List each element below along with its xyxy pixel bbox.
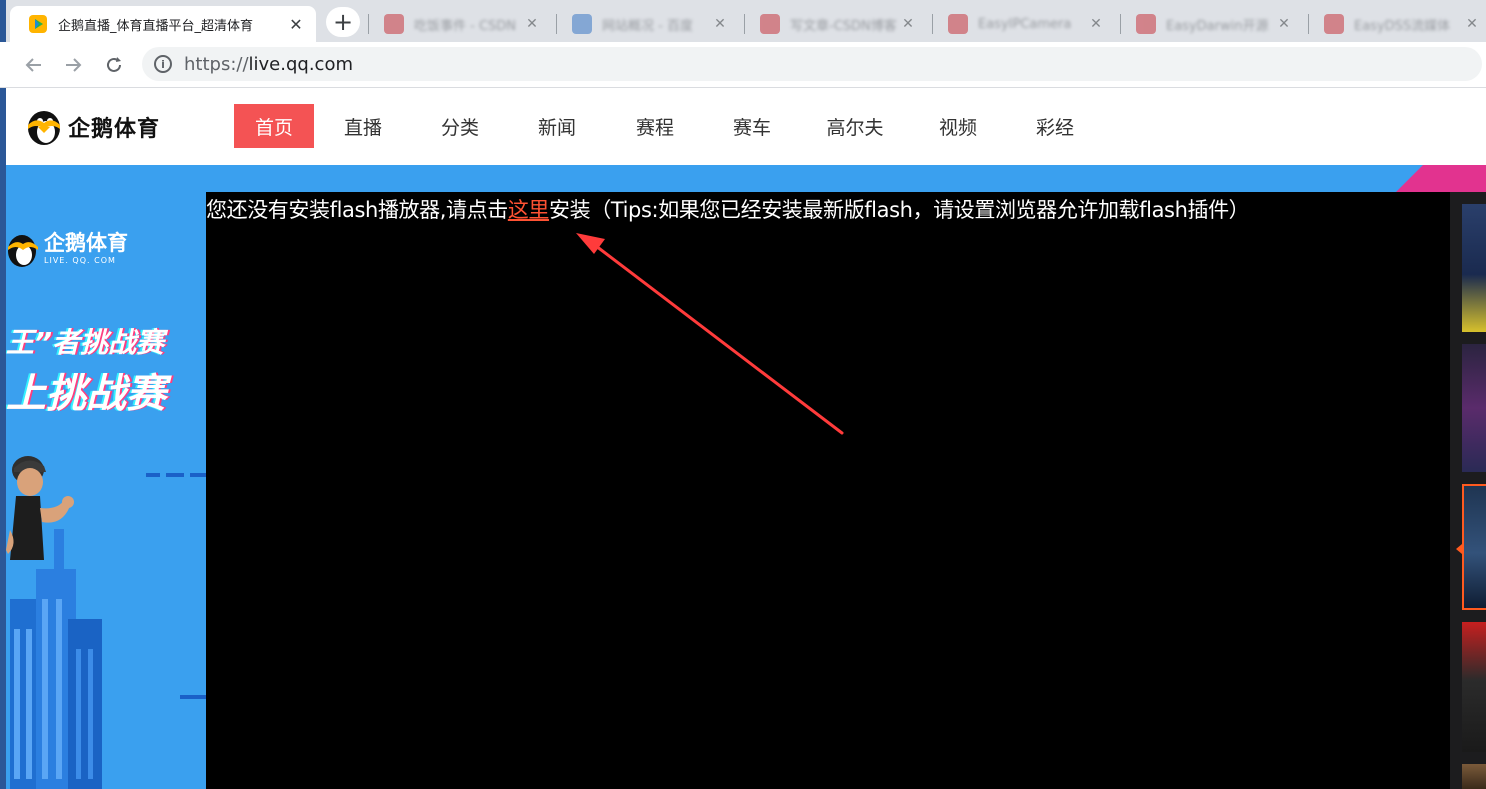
- site-favicon-icon: [384, 14, 404, 34]
- penguin-logo-icon: [8, 235, 38, 267]
- tab-title: 网站概况 - 百度: [602, 18, 693, 34]
- tab-close-icon[interactable]: ✕: [710, 14, 730, 34]
- channel-thumbnail[interactable]: [1462, 764, 1486, 789]
- tab-title: 企鹅直播_体育直播平台_超清体育: [58, 18, 254, 34]
- tab-inactive[interactable]: EasyDarwin开源 ✕: [1124, 6, 1306, 42]
- tab-close-icon[interactable]: ✕: [1462, 14, 1482, 34]
- nav-item[interactable]: 赛车: [704, 104, 800, 148]
- channel-thumbnail[interactable]: [1462, 344, 1486, 472]
- video-player[interactable]: 您还没有安装flash播放器,请点击这里安装（Tips:如果您已经安装最新版fl…: [206, 192, 1450, 789]
- hero-accent-stripe: [1396, 165, 1486, 192]
- nav-item[interactable]: 新闻: [508, 104, 606, 148]
- site-favicon-icon: [572, 14, 592, 34]
- channel-thumbnail-selected[interactable]: [1462, 484, 1486, 610]
- site-info-icon[interactable]: i: [154, 55, 172, 73]
- tab-inactive[interactable]: EasyDSS流媒体 ✕: [1312, 6, 1486, 42]
- tab-title: EasyDSS流媒体: [1354, 18, 1451, 34]
- tab-close-icon[interactable]: ✕: [898, 14, 918, 34]
- city-skyline-illustration: [10, 529, 102, 789]
- flash-message-suffix: 安装（Tips:如果您已经安装最新版flash，请设置浏览器允许加载flash插…: [549, 198, 1250, 222]
- tab-close-icon[interactable]: ✕: [522, 14, 542, 34]
- site-favicon-icon: [1324, 14, 1344, 34]
- tab-strip: 企鹅直播_体育直播平台_超清体育 ✕ + 吃饭事件 - CSDN ✕ 网站概况 - …: [0, 0, 1486, 42]
- channel-thumbnail[interactable]: [1462, 204, 1486, 332]
- promo-logo-text: 企鹅体育: [44, 231, 128, 255]
- site-logo-text: 企鹅体育: [68, 117, 161, 142]
- site-favicon-icon: [1136, 14, 1156, 34]
- nav-item[interactable]: 高尔夫: [800, 104, 910, 148]
- tab-title: 写文章-CSDN博客: [790, 18, 897, 34]
- tab-inactive[interactable]: 网站概况 - 百度 ✕: [560, 6, 742, 42]
- browser-toolbar: i https:// live.qq.com: [0, 42, 1486, 88]
- tab-separator: [368, 14, 369, 34]
- channel-thumbnail[interactable]: [1462, 622, 1486, 752]
- main-nav: 首页 直播 分类 新闻 赛程 赛车 高尔夫 视频 彩经: [234, 104, 1104, 148]
- tab-separator: [556, 14, 557, 34]
- tab-separator: [1308, 14, 1309, 34]
- tab-separator: [932, 14, 933, 34]
- tab-separator: [1120, 14, 1121, 34]
- reload-icon[interactable]: [100, 51, 128, 79]
- promo-logo: 企鹅体育 LIVE. QQ. COM: [6, 229, 128, 269]
- tab-title: 吃饭事件 - CSDN: [414, 18, 517, 34]
- nav-item[interactable]: 赛程: [606, 104, 704, 148]
- tab-inactive[interactable]: EasyIPCamera ✕: [936, 6, 1118, 42]
- tab-close-icon[interactable]: ✕: [1274, 14, 1294, 34]
- promo-headline-1: 王”者挑战赛: [6, 326, 165, 359]
- tab-inactive[interactable]: 写文章-CSDN博客 ✕: [748, 6, 930, 42]
- new-tab-button[interactable]: +: [326, 7, 360, 37]
- channel-thumbnail-rail: [1450, 192, 1486, 789]
- site-header: 企鹅体育 首页 直播 分类 新闻 赛程 赛车 高尔夫 视频 彩经: [6, 89, 1486, 165]
- penguin-logo-icon: [28, 111, 60, 145]
- nav-item[interactable]: 彩经: [1006, 104, 1104, 148]
- url-host: live.qq.com: [248, 53, 353, 75]
- tab-separator: [744, 14, 745, 34]
- flash-message-prefix: 您还没有安装flash播放器,请点击: [206, 198, 508, 222]
- browser-window: 企鹅直播_体育直播平台_超清体育 ✕ + 吃饭事件 - CSDN ✕ 网站概况 - …: [0, 0, 1486, 789]
- promo-dash: [166, 473, 184, 477]
- flash-install-link[interactable]: 这里: [508, 198, 550, 222]
- promo-logo-sub: LIVE. QQ. COM: [44, 256, 116, 265]
- tab-close-icon[interactable]: ✕: [1086, 14, 1106, 34]
- tencent-video-favicon-icon: [28, 14, 48, 34]
- promo-dash: [190, 473, 206, 477]
- nav-item[interactable]: 直播: [314, 104, 412, 148]
- tab-inactive[interactable]: 吃饭事件 - CSDN ✕: [372, 6, 554, 42]
- url-scheme: https://: [184, 53, 249, 75]
- tab-active[interactable]: 企鹅直播_体育直播平台_超清体育 ✕: [10, 6, 316, 42]
- flash-install-message: 您还没有安装flash播放器,请点击这里安装（Tips:如果您已经安装最新版fl…: [206, 195, 1250, 225]
- back-arrow-icon[interactable]: [20, 51, 48, 79]
- promo-dash: [146, 473, 160, 477]
- promo-headline-2: 上挑战赛: [6, 371, 166, 417]
- nav-item[interactable]: 视频: [910, 104, 1006, 148]
- nav-item[interactable]: 首页: [234, 104, 314, 148]
- site-logo[interactable]: 企鹅体育: [24, 107, 160, 147]
- tab-title: EasyIPCamera: [978, 16, 1072, 32]
- nav-item[interactable]: 分类: [412, 104, 508, 148]
- forward-arrow-icon[interactable]: [59, 51, 87, 79]
- address-bar[interactable]: i https:// live.qq.com: [142, 47, 1482, 81]
- site-favicon-icon: [760, 14, 780, 34]
- tab-title: EasyDarwin开源: [1166, 18, 1269, 34]
- tab-close-icon[interactable]: ✕: [286, 14, 306, 34]
- site-favicon-icon: [948, 14, 968, 34]
